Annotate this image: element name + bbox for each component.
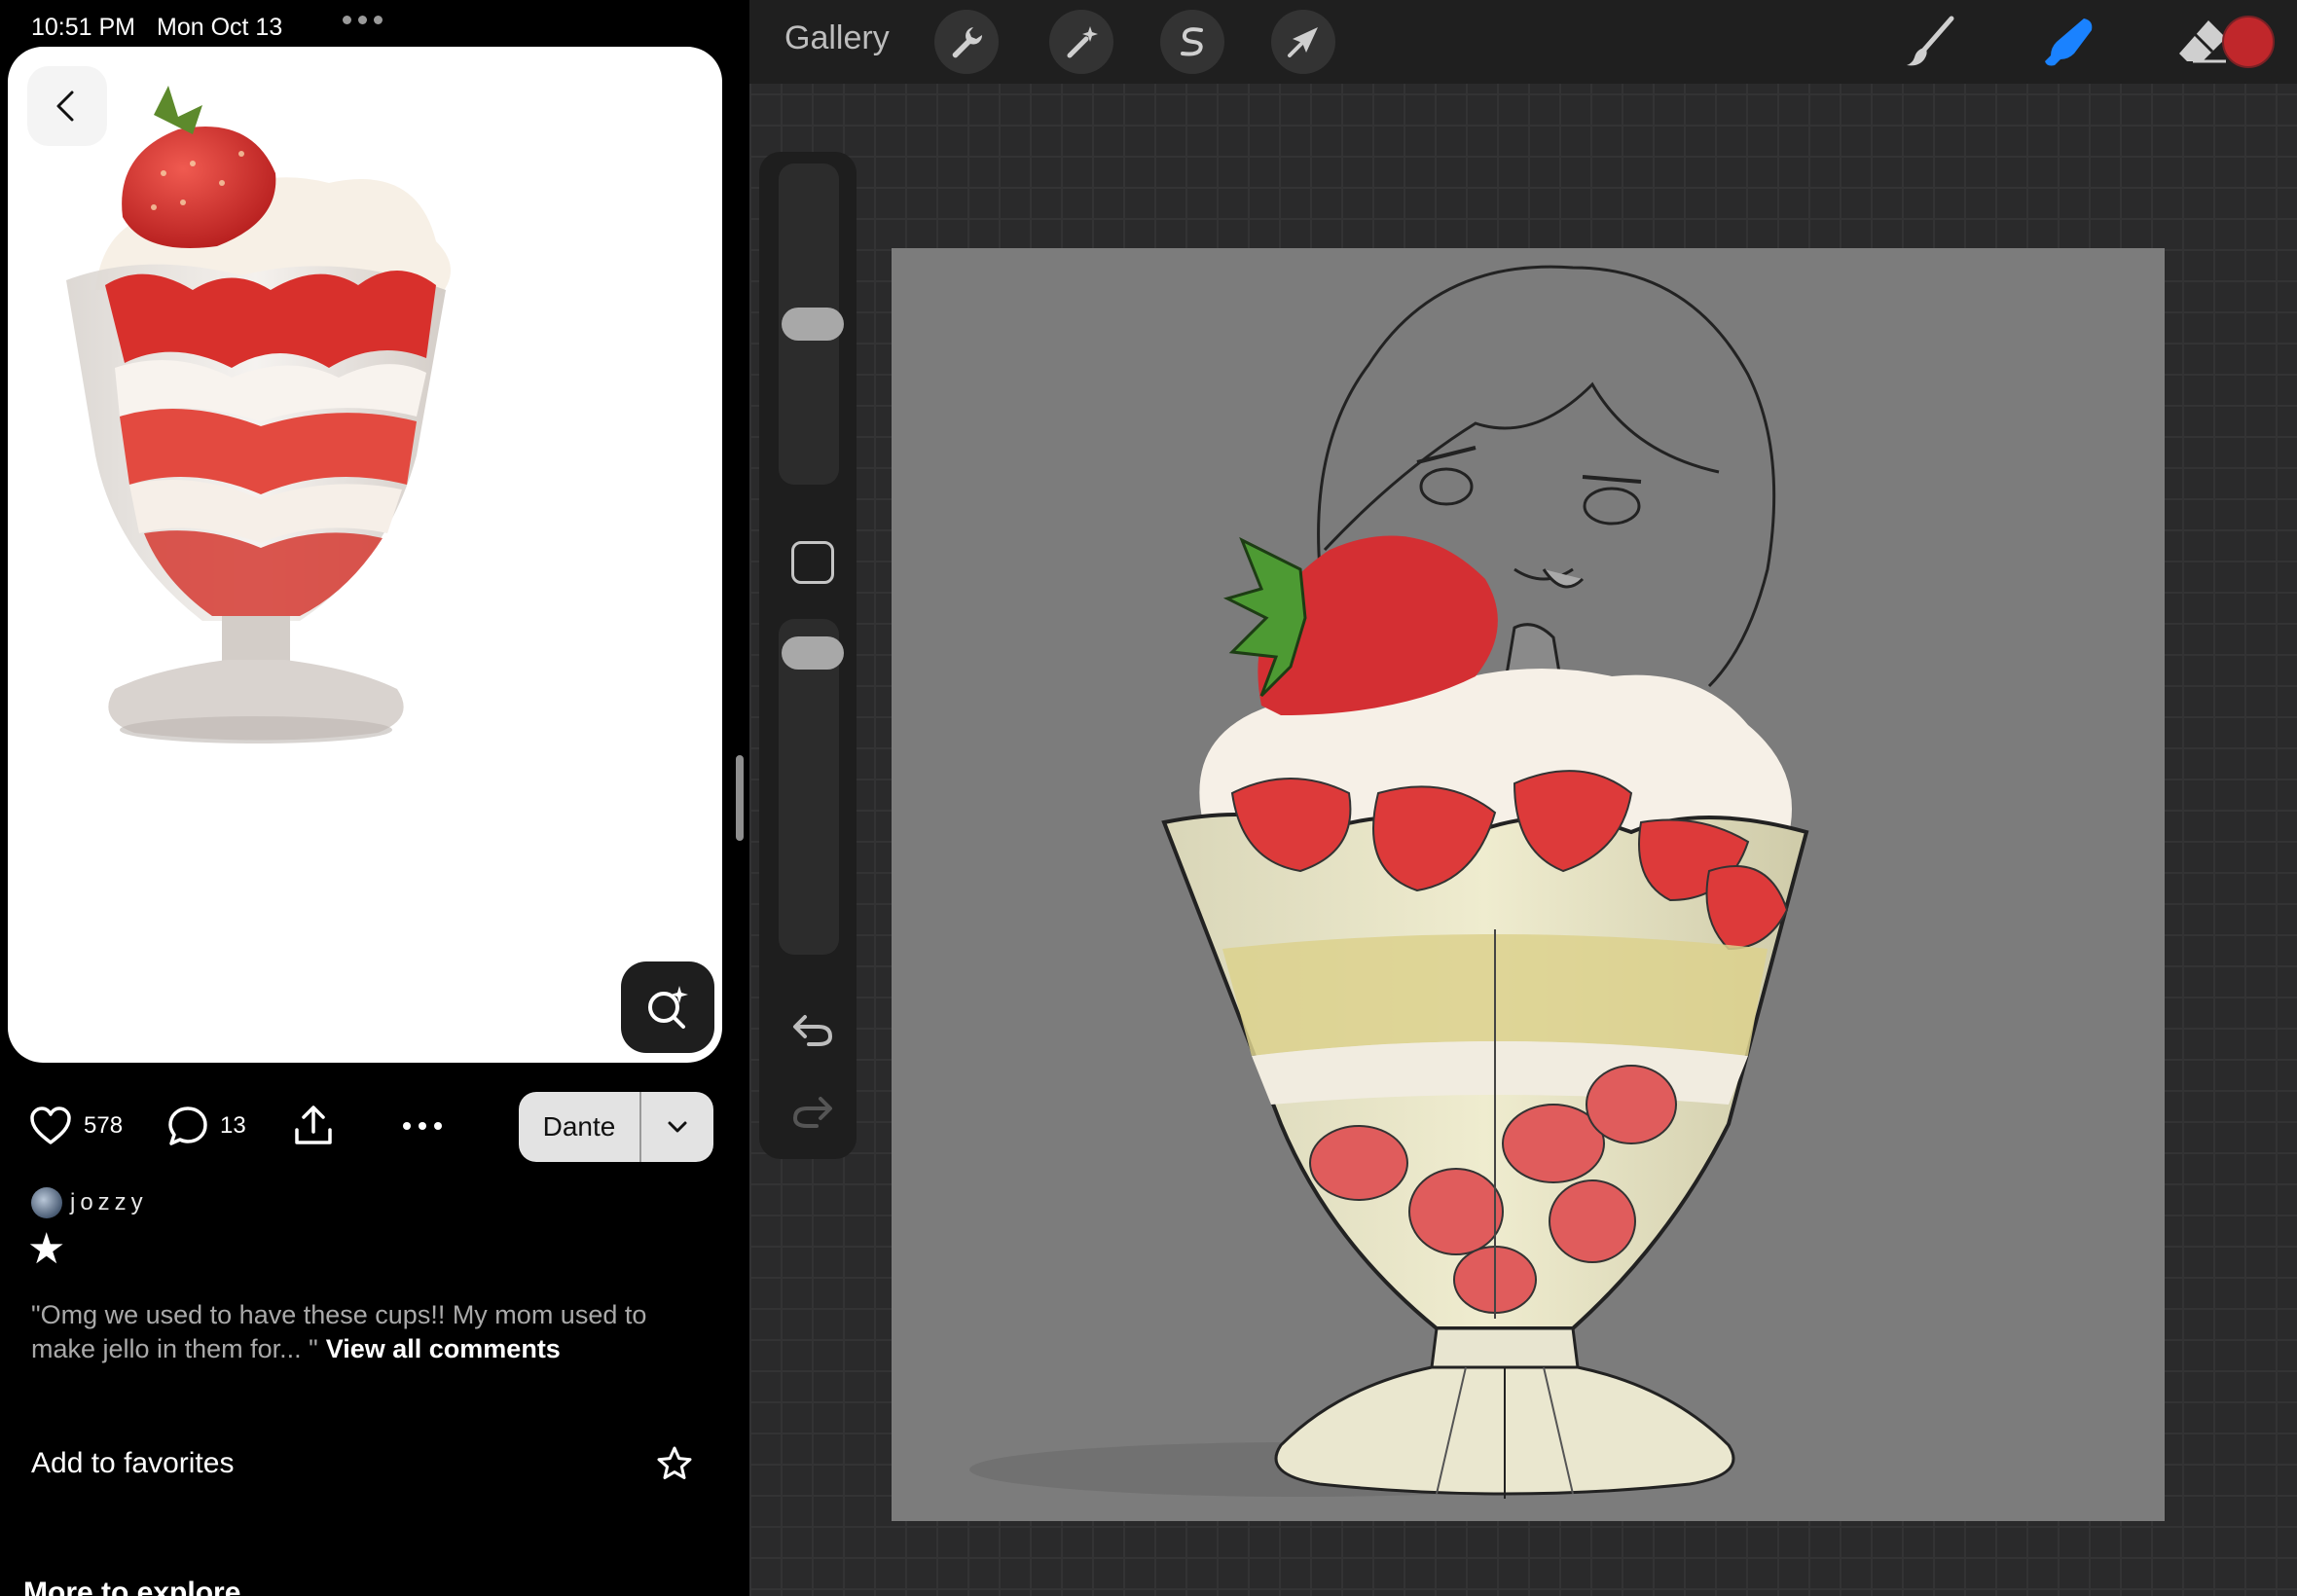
top-comment[interactable]: "Omg we used to have these cups!! My mom… — [31, 1298, 712, 1366]
sundae-drawing — [969, 265, 1809, 1499]
modify-button[interactable] — [791, 541, 834, 584]
sundae-photo — [66, 86, 451, 744]
chevron-left-icon — [56, 91, 74, 122]
selection-s-icon — [1181, 27, 1203, 56]
chevron-down-icon — [668, 1121, 687, 1133]
procreate-toolbar: Gallery — [749, 0, 2297, 84]
board-dropdown-button[interactable] — [641, 1092, 713, 1162]
more-to-explore-heading: More to explore — [23, 1577, 241, 1596]
brush-size-knob[interactable] — [782, 308, 844, 341]
add-to-favorites-label: Add to favorites — [31, 1447, 235, 1479]
opacity-knob[interactable] — [782, 636, 844, 670]
comment-button[interactable]: 13 — [167, 1088, 246, 1164]
lens-sparkle-icon — [648, 986, 688, 1029]
redo-arrow-icon — [792, 1097, 832, 1128]
comment-author[interactable]: jozzy — [31, 1187, 148, 1218]
view-all-comments-link[interactable]: View all comments — [326, 1334, 561, 1363]
like-button[interactable]: 578 — [29, 1088, 123, 1164]
magic-wand-icon — [1067, 26, 1098, 58]
username[interactable]: jozzy — [70, 1189, 148, 1216]
heart-icon — [30, 1106, 71, 1144]
comment-bubble-icon — [168, 1106, 207, 1145]
undo-arrow-icon — [793, 1015, 833, 1046]
selection-button[interactable] — [1160, 10, 1224, 74]
status-bar: 10:51 PM Mon Oct 13 — [31, 8, 282, 47]
redo-button[interactable] — [786, 1086, 839, 1139]
smudge-tool-button[interactable] — [2036, 10, 2100, 74]
back-button[interactable] — [27, 66, 107, 146]
pin-image-card[interactable] — [8, 47, 722, 1063]
star-outline-icon[interactable] — [656, 1445, 693, 1482]
procreate-sidebar — [759, 152, 857, 1159]
color-picker-button[interactable] — [2222, 16, 2275, 68]
star-filled-icon: ★ — [27, 1225, 66, 1273]
smudge-icon — [2045, 18, 2093, 66]
more-options-button[interactable] — [401, 1088, 444, 1164]
add-to-favorites-row[interactable]: Add to favorites — [31, 1442, 693, 1485]
like-count: 578 — [84, 1112, 124, 1139]
brush-icon — [1907, 16, 1954, 66]
board-name[interactable]: Dante — [519, 1092, 641, 1162]
save-to-board-button[interactable]: Dante — [519, 1092, 713, 1162]
pinterest-split-view: 10:51 PM Mon Oct 13 578 13 Dante jozzy ★… — [0, 0, 740, 1596]
share-upload-icon — [295, 1106, 332, 1144]
procreate-app: Gallery — [749, 0, 2297, 1596]
status-time: 10:51 PM — [31, 13, 136, 41]
visual-search-button[interactable] — [621, 961, 714, 1053]
wrench-icon — [952, 27, 983, 58]
multitasking-dots-icon[interactable] — [343, 16, 383, 24]
undo-button[interactable] — [786, 1004, 839, 1057]
split-view-divider-handle[interactable] — [736, 755, 744, 841]
transform-button[interactable] — [1271, 10, 1335, 74]
brush-tool-button[interactable] — [1898, 10, 1962, 74]
status-date: Mon Oct 13 — [157, 13, 283, 41]
drawing-canvas[interactable] — [892, 248, 2165, 1521]
ellipsis-icon — [403, 1122, 442, 1130]
share-button[interactable] — [292, 1088, 335, 1164]
adjustments-button[interactable] — [1049, 10, 1113, 74]
transform-arrow-icon — [1288, 27, 1318, 57]
avatar[interactable] — [31, 1187, 62, 1218]
gallery-button[interactable]: Gallery — [784, 19, 890, 57]
comment-count: 13 — [220, 1112, 246, 1139]
actions-button[interactable] — [934, 10, 999, 74]
